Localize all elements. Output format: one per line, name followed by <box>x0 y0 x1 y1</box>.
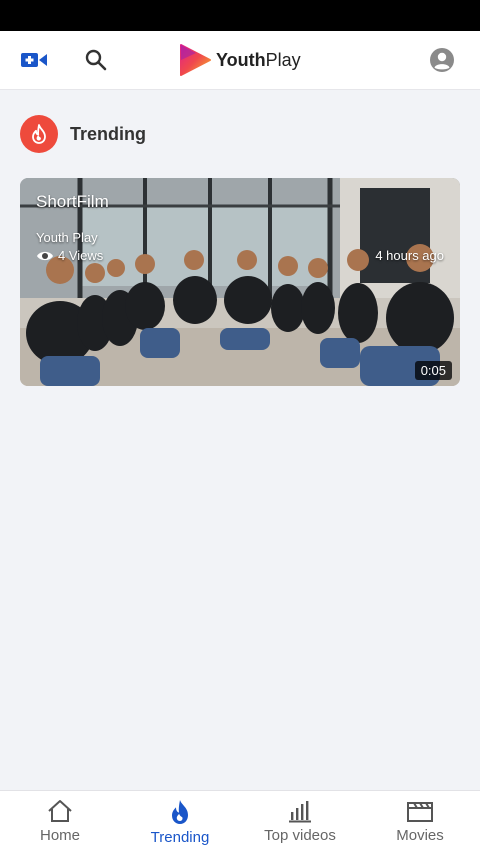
bar-chart-icon <box>289 801 311 823</box>
nav-movies[interactable]: Movies <box>360 791 480 854</box>
eye-icon <box>37 251 53 260</box>
video-channel: Youth Play <box>36 230 98 245</box>
section-header: Trending <box>20 114 146 154</box>
views-count: 4 Views <box>58 248 104 263</box>
flame-icon <box>20 115 58 153</box>
video-add-icon[interactable] <box>14 40 54 80</box>
search-icon[interactable] <box>76 40 116 80</box>
video-card[interactable]: ShortFilm Youth Play 4 Views 4 hours ago… <box>20 178 460 386</box>
nav-trending[interactable]: Trending <box>120 791 240 854</box>
video-views: 4 Views <box>36 248 103 263</box>
play-logo-icon <box>180 44 211 76</box>
bottom-nav: Home Trending Top videos Movies <box>0 790 480 854</box>
home-icon <box>48 800 72 822</box>
nav-home[interactable]: Home <box>0 791 120 854</box>
nav-movies-label: Movies <box>396 827 444 844</box>
video-time-ago: 4 hours ago <box>375 248 444 263</box>
nav-trending-label: Trending <box>150 829 210 846</box>
app-name: YouthPlay <box>216 49 301 70</box>
flame-icon <box>172 800 188 824</box>
video-duration: 0:05 <box>414 361 452 380</box>
app-bar: YouthPlay <box>0 31 480 90</box>
nav-top-videos-label: Top videos <box>264 827 336 844</box>
app-logo: YouthPlay <box>178 42 301 78</box>
status-bar <box>0 0 480 31</box>
section-title: Trending <box>70 123 146 144</box>
video-title: ShortFilm <box>36 192 109 211</box>
nav-top-videos[interactable]: Top videos <box>240 791 360 854</box>
account-icon[interactable] <box>422 40 462 80</box>
nav-home-label: Home <box>39 827 80 844</box>
clapperboard-icon <box>407 802 433 822</box>
